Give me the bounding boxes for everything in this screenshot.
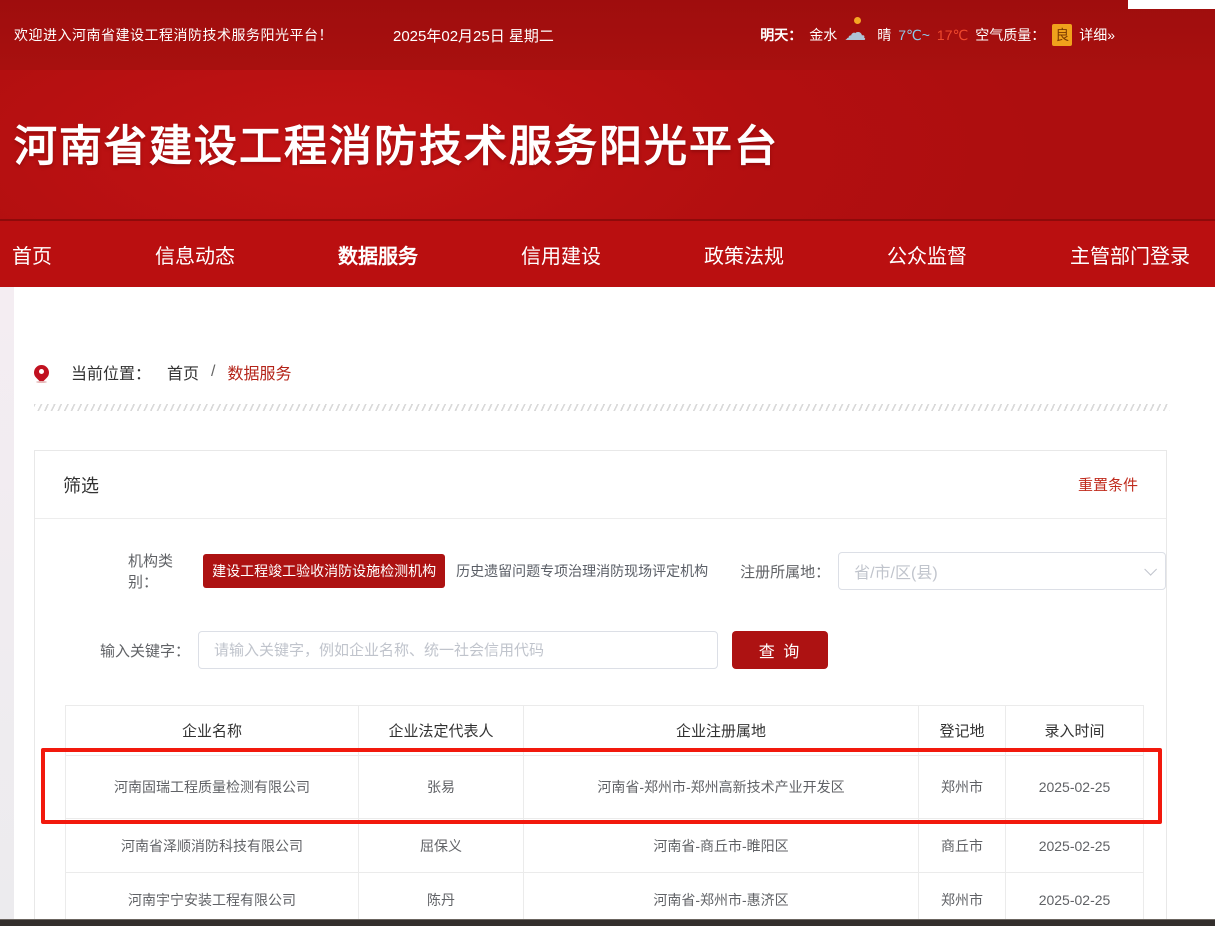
region-select[interactable]: 省/市/区(县) — [838, 552, 1166, 590]
col-header-entry-date: 录入时间 — [1006, 706, 1144, 756]
category-option-selected[interactable]: 建设工程竣工验收消防设施检测机构 — [203, 554, 445, 588]
filter-panel-header: 筛选 重置条件 — [35, 451, 1166, 519]
chevron-down-icon — [1144, 563, 1157, 576]
cell-entry-date: 2025-02-25 — [1006, 873, 1144, 926]
cell-legal-rep: 屈保义 — [359, 819, 524, 873]
col-header-reg-city: 登记地 — [919, 706, 1006, 756]
nav-item-admin-login[interactable]: 主管部门登录 — [1070, 240, 1190, 269]
nav-item-news[interactable]: 信息动态 — [155, 240, 235, 269]
results-table: 企业名称 企业法定代表人 企业注册属地 登记地 录入时间 河南固瑞工程质量检测有… — [65, 705, 1144, 926]
nav-item-credit[interactable]: 信用建设 — [521, 240, 601, 269]
cell-reg-city: 郑州市 — [919, 873, 1006, 926]
aqi-label: 空气质量： — [975, 25, 1045, 45]
cell-company: 河南省泽顺消防科技有限公司 — [66, 819, 359, 873]
region-select-placeholder: 省/市/区(县) — [854, 559, 938, 583]
aqi-badge: 良 — [1052, 24, 1072, 46]
cell-reg-addr: 河南省-商丘市-睢阳区 — [524, 819, 919, 873]
region-label: 注册所属地： — [740, 561, 830, 582]
breadcrumb-home[interactable]: 首页 — [167, 360, 199, 384]
col-header-reg-addr: 企业注册属地 — [524, 706, 919, 756]
nav-item-supervision[interactable]: 公众监督 — [887, 240, 967, 269]
category-filter-row: 机构类别： 建设工程竣工验收消防设施检测机构 历史遗留问题专项治理消防现场评定机… — [35, 552, 1166, 590]
table-row[interactable]: 河南宇宁安装工程有限公司 陈丹 河南省-郑州市-惠济区 郑州市 2025-02-… — [66, 873, 1144, 926]
weather-condition: 晴 — [877, 25, 891, 45]
main-nav: 首页 信息动态 数据服务 信用建设 政策法规 公众监督 主管部门登录 — [0, 219, 1215, 287]
location-pin-icon — [34, 365, 49, 380]
weather-detail-link[interactable]: 详细» — [1079, 25, 1115, 45]
cell-entry-date: 2025-02-25 — [1006, 756, 1144, 819]
window-corner — [1128, 0, 1215, 9]
col-header-legal-rep: 企业法定代表人 — [359, 706, 524, 756]
site-title: 河南省建设工程消防技术服务阳光平台 — [14, 112, 779, 174]
breadcrumb: 当前位置： 首页 / 数据服务 — [34, 360, 292, 384]
breadcrumb-label: 当前位置： — [71, 360, 151, 384]
cell-legal-rep: 张易 — [359, 756, 524, 819]
page-left-strip — [0, 287, 14, 926]
date-text: 2025年02月25日 星期二 — [393, 25, 554, 46]
nav-item-data-service[interactable]: 数据服务 — [338, 240, 418, 269]
filter-panel: 筛选 重置条件 机构类别： 建设工程竣工验收消防设施检测机构 历史遗留问题专项治… — [34, 450, 1167, 926]
nav-item-home[interactable]: 首页 — [12, 240, 52, 269]
top-info-bar: 欢迎进入河南省建设工程消防技术服务阳光平台！ 2025年02月25日 星期二 明… — [0, 0, 1215, 70]
weather-widget: 明天： 金水 ☁ 晴 7℃~ 17℃ 空气质量： 良 详细» — [760, 24, 1115, 46]
nav-item-policy[interactable]: 政策法规 — [704, 240, 784, 269]
cell-legal-rep: 陈丹 — [359, 873, 524, 926]
cell-reg-addr: 河南省-郑州市-郑州高新技术产业开发区 — [524, 756, 919, 819]
reset-filters-link[interactable]: 重置条件 — [1078, 474, 1138, 495]
cell-reg-city: 商丘市 — [919, 819, 1006, 873]
temp-high: 17℃ — [937, 27, 968, 44]
cell-reg-addr: 河南省-郑州市-惠济区 — [524, 873, 919, 926]
category-label: 机构类别： — [128, 550, 200, 592]
weather-district[interactable]: 金水 — [809, 25, 837, 45]
breadcrumb-current: 数据服务 — [227, 360, 291, 384]
site-header: 河南省建设工程消防技术服务阳光平台 — [0, 70, 1215, 219]
keyword-filter-row: 输入关键字： 查 询 — [35, 631, 1166, 669]
weather-label: 明天： — [760, 25, 802, 45]
temp-low: 7℃~ — [898, 27, 930, 44]
footer-bar — [0, 919, 1215, 926]
col-header-company: 企业名称 — [66, 706, 359, 756]
category-option-other[interactable]: 历史遗留问题专项治理消防现场评定机构 — [456, 561, 708, 581]
breadcrumb-separator: / — [211, 363, 215, 381]
cell-entry-date: 2025-02-25 — [1006, 819, 1144, 873]
cell-reg-city: 郑州市 — [919, 756, 1006, 819]
slash-divider — [34, 404, 1170, 411]
table-row[interactable]: 河南固瑞工程质量检测有限公司 张易 河南省-郑州市-郑州高新技术产业开发区 郑州… — [66, 756, 1144, 819]
search-button[interactable]: 查 询 — [732, 631, 828, 669]
cell-company: 河南固瑞工程质量检测有限公司 — [66, 756, 359, 819]
table-row[interactable]: 河南省泽顺消防科技有限公司 屈保义 河南省-商丘市-睢阳区 商丘市 2025-0… — [66, 819, 1144, 873]
welcome-text: 欢迎进入河南省建设工程消防技术服务阳光平台！ — [14, 25, 333, 45]
keyword-input[interactable] — [198, 631, 718, 669]
table-header-row: 企业名称 企业法定代表人 企业注册属地 登记地 录入时间 — [66, 706, 1144, 756]
cell-company: 河南宇宁安装工程有限公司 — [66, 873, 359, 926]
filter-title: 筛选 — [63, 472, 99, 498]
keyword-label: 输入关键字： — [100, 640, 190, 661]
cloud-icon: ☁ — [844, 24, 870, 46]
